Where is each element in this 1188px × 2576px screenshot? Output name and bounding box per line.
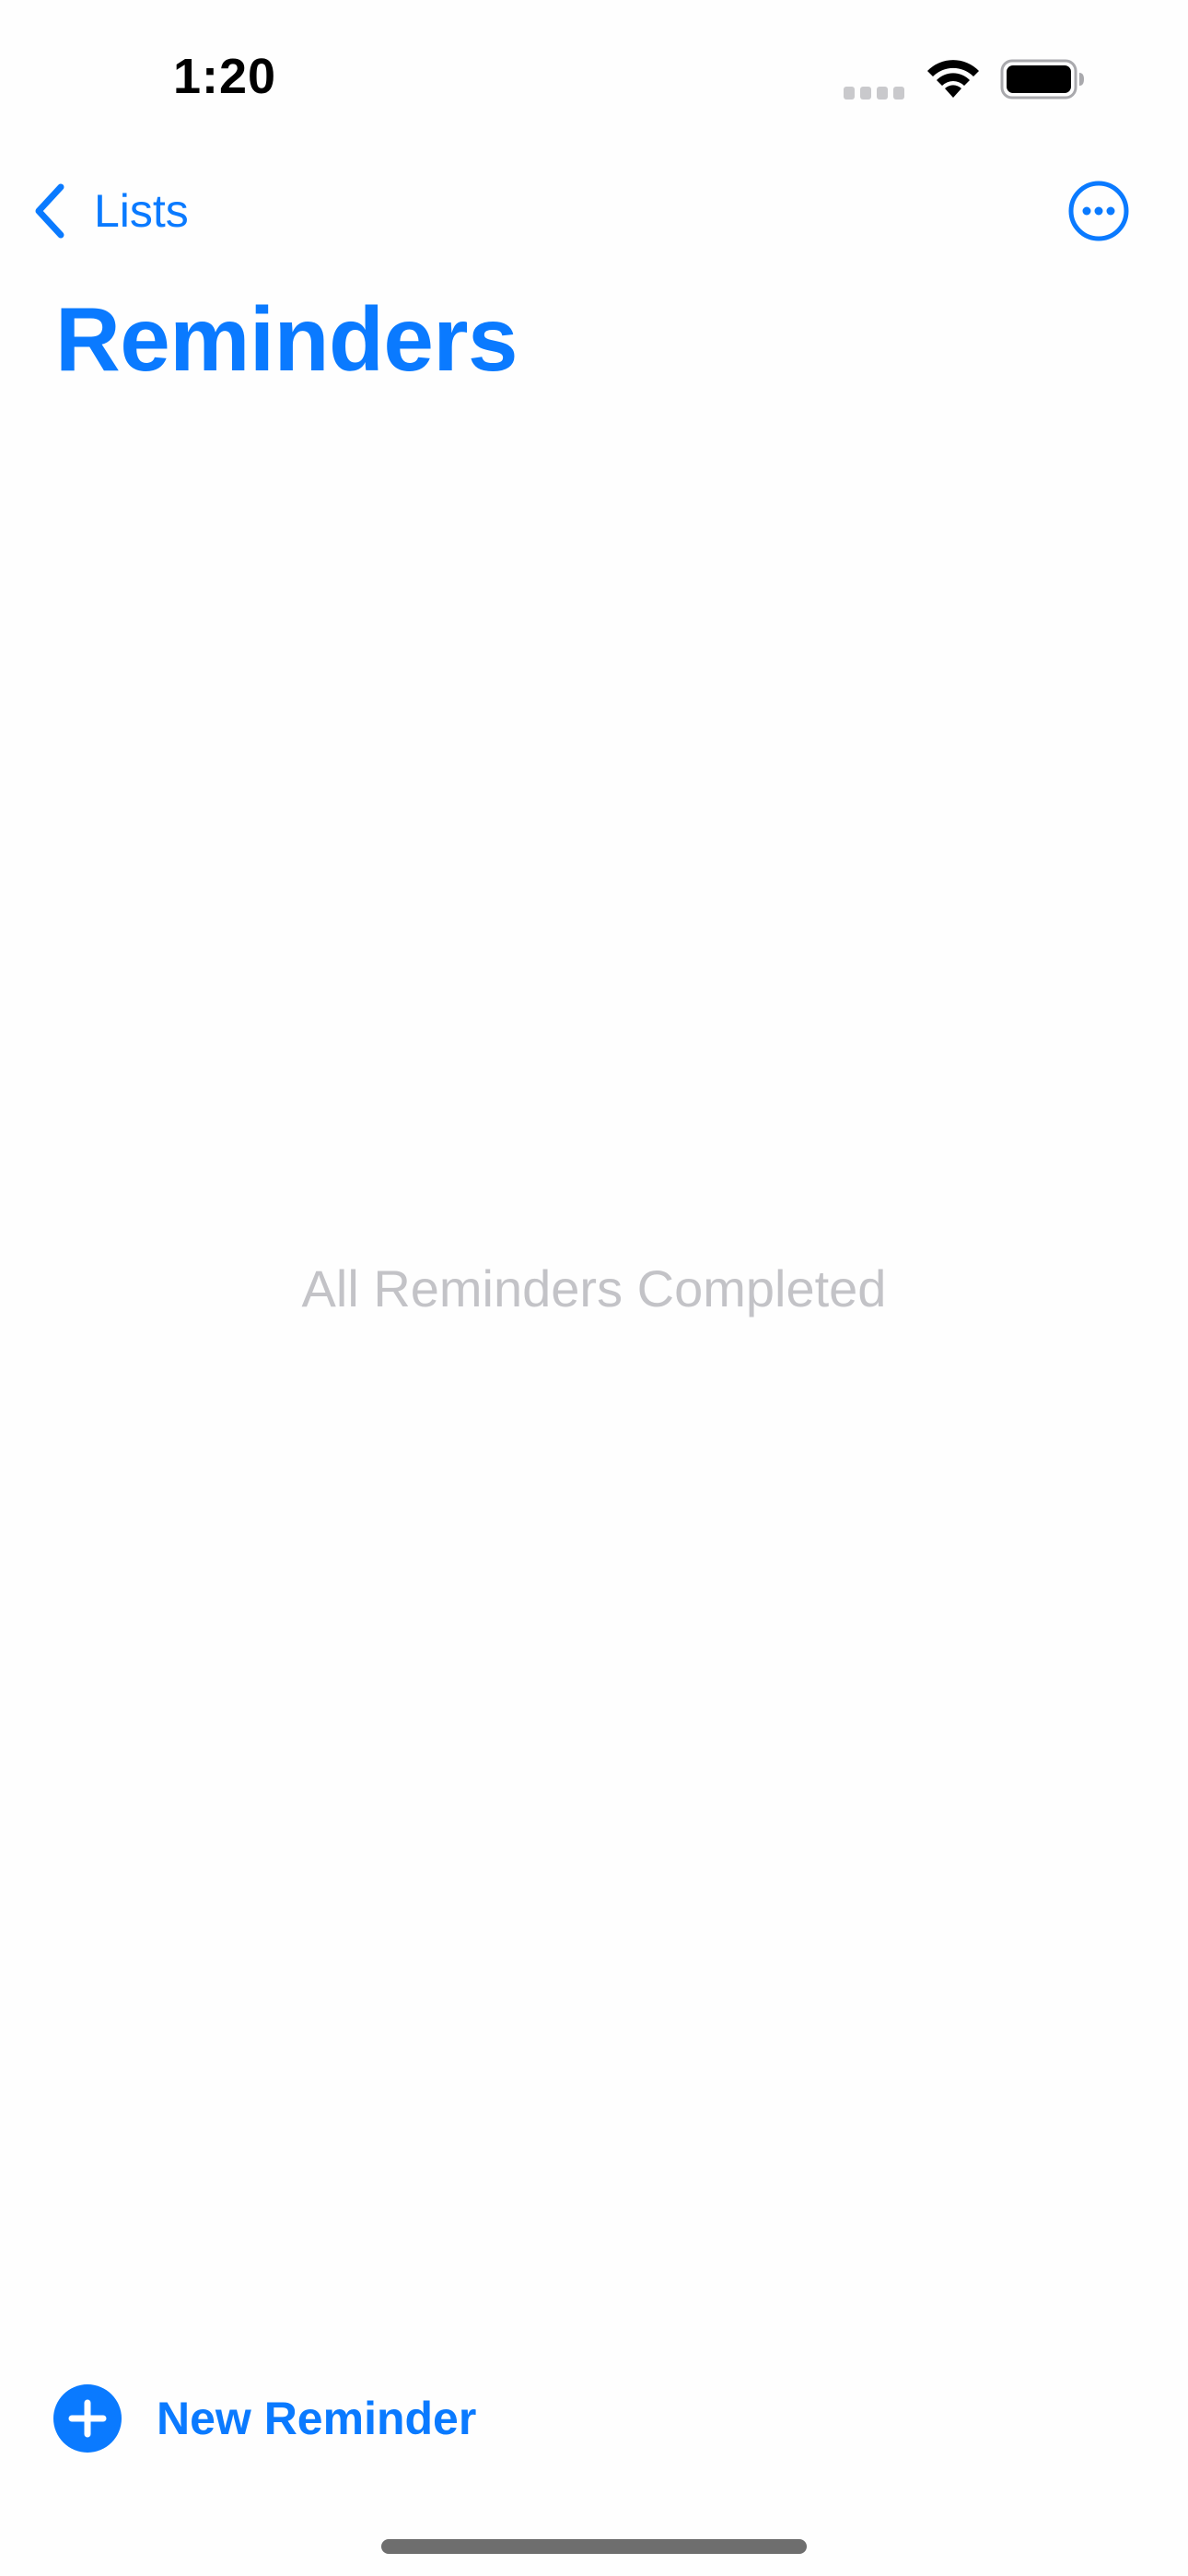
reminders-screen: 1:20 Lists Reminders All Reminders Compl… [0, 0, 1188, 2576]
plus-circle-icon [53, 2384, 122, 2453]
back-to-lists-button[interactable]: Lists [33, 181, 189, 241]
home-indicator[interactable] [381, 2539, 807, 2554]
wifi-icon [927, 60, 979, 98]
empty-state-message: All Reminders Completed [301, 1259, 887, 1317]
page-title: Reminders [55, 288, 518, 390]
status-time: 1:20 [173, 49, 277, 104]
status-bar: 1:20 [0, 0, 1188, 157]
battery-icon [1000, 59, 1084, 100]
new-reminder-label: New Reminder [157, 2393, 477, 2444]
more-options-button[interactable] [1068, 181, 1129, 241]
back-label: Lists [94, 185, 189, 237]
new-reminder-button[interactable]: New Reminder [53, 2384, 476, 2453]
chevron-left-icon [35, 183, 64, 239]
signal-icon [844, 87, 904, 100]
